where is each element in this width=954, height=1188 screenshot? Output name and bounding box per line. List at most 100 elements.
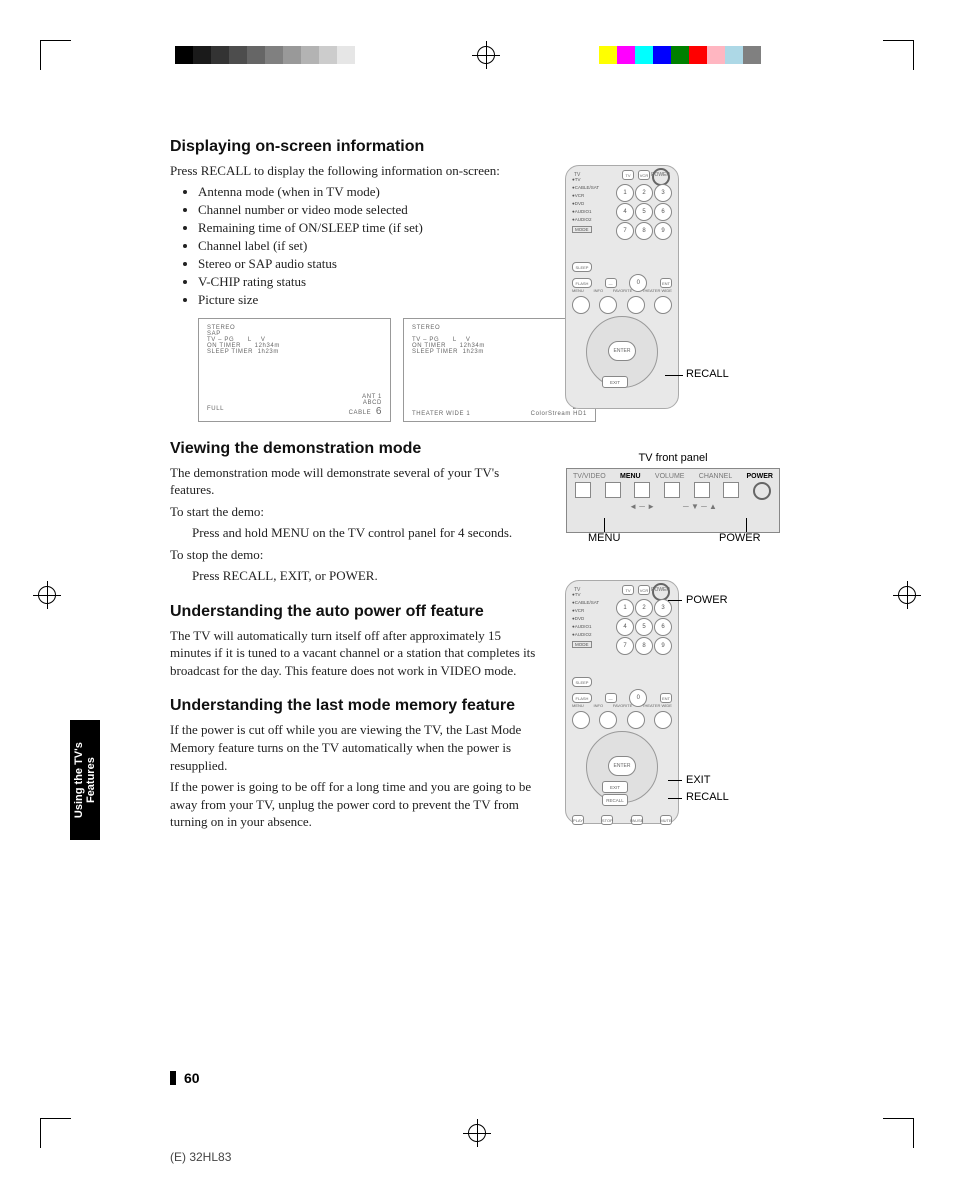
- remote-device-item: ●AUDIO2: [572, 631, 599, 639]
- heading-displaying-info: Displaying on-screen information: [170, 138, 790, 156]
- bullet-item: Remaining time of ON/SLEEP time (if set): [198, 220, 790, 236]
- callout-line: [668, 798, 682, 799]
- remote-label-row: MENU INFO FAVORITE THEATER WIDE: [572, 703, 672, 708]
- swatch: [599, 46, 617, 64]
- swatch: [175, 46, 193, 64]
- remote-digit-button: 5: [635, 618, 653, 636]
- remote-digit-button: 2: [635, 599, 653, 617]
- callout-power-2: POWER: [686, 594, 728, 606]
- front-panel-diagram: TV front panel TV/VIDEO MENU VOLUME CHAN…: [566, 452, 780, 533]
- remote-stop-button: STOP: [601, 815, 613, 825]
- remote-dash-button: —: [605, 278, 617, 288]
- callout-recall-2: RECALL: [686, 791, 729, 803]
- fp-vol-down-button: [634, 482, 650, 498]
- fp-arrow-lr: ◄ ─ ►: [629, 502, 655, 511]
- remote-tv-button: TV: [622, 170, 634, 180]
- fp-ch-down-button: [694, 482, 710, 498]
- callout-line: [665, 375, 683, 376]
- remote-circle-row: [572, 296, 672, 314]
- callout-line-v: [746, 518, 747, 532]
- fp-tvvideo-button: [575, 482, 591, 498]
- remote-menu-label: MENU: [572, 288, 584, 293]
- remote-digit-button: 1: [616, 599, 634, 617]
- remote-exit-button: EXIT: [602, 781, 628, 793]
- remote-theater-button: [654, 711, 672, 729]
- fp-label-volume: VOLUME: [655, 473, 685, 480]
- swatch: [193, 46, 211, 64]
- remote-digit-button: 8: [635, 637, 653, 655]
- fp-ch-up-button: [723, 482, 739, 498]
- remote-device-item: ●CABLE/SAT: [572, 184, 599, 192]
- remote-top-buttons: TV VCR: [622, 585, 650, 595]
- remote-theater-label: THEATER WIDE: [642, 703, 672, 708]
- remote-digit-button: 2: [635, 184, 653, 202]
- front-panel-arrows: ◄ ─ ► ─ ▼ ─ ▲: [573, 502, 773, 511]
- osd-br-inline: CABLE 6: [349, 406, 382, 417]
- remote-menu-label: MENU: [572, 703, 584, 708]
- remote-digit-button: 4: [616, 203, 634, 221]
- bottom-crop-marks: [40, 1118, 914, 1148]
- remote-digit-button: 6: [654, 618, 672, 636]
- remote-enter-button: ENTER: [608, 756, 636, 776]
- swatch: [761, 46, 779, 64]
- remote-mute-button: MUTE: [660, 815, 672, 825]
- remote-pause-button: PAUSE: [631, 815, 643, 825]
- swatch: [265, 46, 283, 64]
- remote-mid-row: SLEEP: [572, 677, 672, 687]
- swatch: [743, 46, 761, 64]
- osd-line: SLEEP TIMER 1h23m: [207, 349, 382, 355]
- remote-device-item: ●CABLE/SAT: [572, 599, 599, 607]
- callout-recall: RECALL: [686, 368, 729, 380]
- remote-info-label: INFO: [594, 703, 604, 708]
- remote-device-item: ●AUDIO1: [572, 208, 599, 216]
- remote-digit-button: 6: [654, 203, 672, 221]
- fp-label-power: POWER: [747, 473, 773, 480]
- remote-recall-button: RECALL: [602, 794, 628, 806]
- fp-label-menu: MENU: [620, 473, 641, 480]
- remote-info-label: INFO: [594, 288, 604, 293]
- swatch: [301, 46, 319, 64]
- remote-device-item: ●DVD: [572, 615, 599, 623]
- osd-bottom: DVD THEATER WIDE 1 ColorStream HD1: [412, 405, 587, 417]
- swatch: [653, 46, 671, 64]
- bullet-item: Stereo or SAP audio status: [198, 256, 790, 272]
- remote-digit-button: 9: [654, 222, 672, 240]
- remote-exit-button: EXIT: [602, 376, 628, 388]
- remote-fav-label: FAVORITE: [613, 703, 632, 708]
- footer-model: (E) 32HL83: [170, 1150, 231, 1164]
- remote-digit-button: 3: [654, 599, 672, 617]
- front-panel-title: TV front panel: [566, 452, 780, 464]
- osd-bottom-row: THEATER WIDE 1 ColorStream HD1: [412, 411, 587, 417]
- registration-mark-top: [477, 46, 495, 64]
- bullet-item: Channel number or video mode selected: [198, 202, 790, 218]
- remote-top-buttons: TV VCR: [622, 170, 650, 180]
- bullet-item: V-CHIP rating status: [198, 274, 790, 290]
- osd-box-1: STEREO SAP TV – PG L V ON TIMER 12h34m S…: [198, 318, 391, 422]
- remote-digit-button: 4: [616, 618, 634, 636]
- swatch: [617, 46, 635, 64]
- body-text: The TV will automatically turn itself of…: [170, 627, 540, 680]
- remote-mid-row: SLEEP: [572, 262, 672, 272]
- bullet-item: Picture size: [198, 292, 790, 308]
- remote-flash-button: FLASH: [572, 693, 592, 703]
- callout-fp-menu: MENU: [588, 532, 620, 544]
- color-bar: [599, 46, 779, 64]
- remote-digit-button: 8: [635, 222, 653, 240]
- remote-device-item: ●AUDIO2: [572, 216, 599, 224]
- remote-dash-button: —: [605, 693, 617, 703]
- remote-diagram-2: TVPOWER ●TV●CABLE/SAT●VCR●DVD●AUDIO1●AUD…: [565, 580, 679, 824]
- callout-line: [668, 600, 682, 601]
- registration-mark-right: [898, 586, 916, 604]
- fp-arrow-ud: ─ ▼ ─ ▲: [683, 502, 717, 511]
- remote-numpad: 123456789: [616, 184, 670, 238]
- swatch: [355, 46, 373, 64]
- front-panel-labels: TV/VIDEO MENU VOLUME CHANNEL POWER: [573, 473, 773, 480]
- front-panel-box: TV/VIDEO MENU VOLUME CHANNEL POWER ◄ ─ ►…: [566, 468, 780, 533]
- registration-mark-left: [38, 586, 56, 604]
- remote-fav-button: [627, 711, 645, 729]
- callout-exit: EXIT: [686, 774, 710, 786]
- remote-info-button: [599, 711, 617, 729]
- remote-device-item: ●AUDIO1: [572, 623, 599, 631]
- remote-device-item: ●TV: [572, 176, 599, 184]
- crop-mark-tr: [883, 40, 914, 70]
